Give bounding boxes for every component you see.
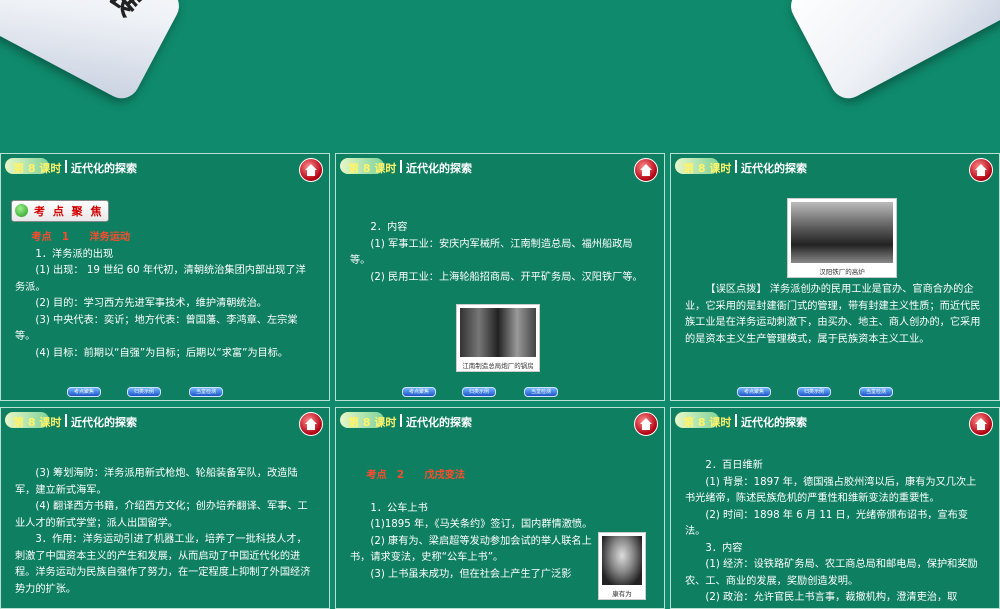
slide-nav: 考点聚焦 归类示例 当堂检测 xyxy=(737,387,937,397)
text-line: (3) 中央代表：奕䜣；地方代表：曾国藩、李鸿章、左宗棠等。 xyxy=(15,314,298,343)
text-line: (2) 康有为、梁启超等发动参加会试的举人联名上书，请求变法，史称“公车上书”。 xyxy=(350,535,592,564)
text-line: (3) 筹划海防：洋务派用新式枪炮、轮船装备军队，改造陆军，建立新式海军。 xyxy=(15,468,298,496)
kang-youwei-portrait: 康有为 xyxy=(598,532,646,600)
text-line: 【误区点拨】 洋务派创办的民用工业是官办、官商合办的企业，它采用的是封建衙门式的… xyxy=(685,284,981,345)
photo-caption: 江南制造总局炮厂的锅房 xyxy=(462,362,534,370)
slide-header: 第 8 课时 近代化的探索 xyxy=(671,154,999,182)
text-line: 2．百日维新 xyxy=(705,460,763,471)
home-icon[interactable] xyxy=(634,412,658,436)
section-heading: 考点 1 洋务运动 xyxy=(31,232,131,243)
photo-caption: 康有为 xyxy=(612,590,632,598)
lesson-label: 第 8 课时 xyxy=(348,416,397,429)
lesson-title: 近代化的探索 xyxy=(741,162,807,175)
header-divider xyxy=(65,414,67,427)
nav-button-test[interactable]: 当堂检测 xyxy=(189,387,223,397)
nav-button-test[interactable]: 当堂检测 xyxy=(524,387,558,397)
key-points-label: 考 点 聚 焦 xyxy=(34,205,104,218)
text-line: (3) 上书虽未成功，但在社会上产生了广泛影 xyxy=(370,568,572,580)
factory-image xyxy=(460,308,536,357)
home-icon[interactable] xyxy=(634,158,658,182)
text-line: 2．内容 xyxy=(370,222,408,233)
furnace-photo: 汉阳铁厂的高炉 xyxy=(787,198,897,278)
banner-badge-right xyxy=(784,0,1000,105)
header-divider xyxy=(735,414,737,427)
slide-thumbnail-2[interactable]: 第 8 课时 近代化的探索 2．内容 (1) 军事工业：安庆内军械所、江南制造总… xyxy=(335,153,665,401)
key-points-badge: 考 点 聚 焦 xyxy=(11,200,109,222)
green-dot-icon xyxy=(15,204,28,217)
photo-caption: 汉阳铁厂的高炉 xyxy=(819,268,865,276)
slide-text: 考点 2 戊戌变法 1．公车上书 (1)1895 年，《马关条约》签订，国内群情… xyxy=(350,468,598,583)
home-icon[interactable] xyxy=(299,412,323,436)
portrait-image xyxy=(602,536,642,585)
slide-text: 【误区点拨】 洋务派创办的民用工业是官办、官商合办的企业，它采用的是封建衙门式的… xyxy=(685,282,985,348)
slide-header: 第 8 课时 近代化的探索 xyxy=(1,154,329,182)
slide-header: 第 8 课时 近代化的探索 xyxy=(1,408,329,436)
header-divider xyxy=(400,160,402,173)
home-icon[interactable] xyxy=(299,158,323,182)
lesson-label: 第 8 课时 xyxy=(683,162,732,175)
slide-text: 2．百日维新 (1) 背景：1897 年，德国强占胶州湾以后，康有为又几次上书光… xyxy=(685,458,985,607)
header-divider xyxy=(400,414,402,427)
furnace-image xyxy=(791,202,893,263)
nav-button-key-points[interactable]: 考点聚焦 xyxy=(402,387,436,397)
lesson-title: 近代化的探索 xyxy=(71,416,137,429)
nav-button-key-points[interactable]: 考点聚焦 xyxy=(737,387,771,397)
banner-badge-text: 拓展 xyxy=(73,0,158,26)
slide-thumbnail-6[interactable]: 第 8 课时 近代化的探索 2．百日维新 (1) 背景：1897 年，德国强占胶… xyxy=(670,407,1000,609)
text-line: 3．内容 xyxy=(705,542,743,554)
title-banner: 拓展 xyxy=(0,0,1000,150)
nav-button-key-points[interactable]: 考点聚焦 xyxy=(67,387,101,397)
text-line: (2) 政治：允许官民上书言事，裁撤机构，澄清吏治，取 xyxy=(705,592,958,603)
nav-button-examples[interactable]: 归类示例 xyxy=(797,387,831,397)
lesson-title: 近代化的探索 xyxy=(741,416,807,429)
slide-thumbnail-1[interactable]: 第 8 课时 近代化的探索 考 点 聚 焦 考点 1 洋务运动 1．洋务派的出现… xyxy=(0,153,330,401)
slide-header: 第 8 课时 近代化的探索 xyxy=(671,408,999,436)
slide-text: (3) 筹划海防：洋务派用新式枪炮、轮船装备军队，改造陆军，建立新式海军。 (4… xyxy=(15,466,315,598)
home-icon[interactable] xyxy=(969,412,993,436)
lesson-title: 近代化的探索 xyxy=(406,416,472,429)
text-line: 1．洋务派的出现 xyxy=(35,248,114,260)
text-line: (2) 时间：1898 年 6 月 11 日，光绪帝颁布诏书，宣布变法。 xyxy=(685,509,968,538)
slide-header: 第 8 课时 近代化的探索 xyxy=(336,154,664,182)
slide-thumbnail-3[interactable]: 第 8 课时 近代化的探索 汉阳铁厂的高炉 【误区点拨】 洋务派创办的民用工业是… xyxy=(670,153,1000,401)
slide-header: 第 8 课时 近代化的探索 xyxy=(336,408,664,436)
lesson-title: 近代化的探索 xyxy=(71,162,137,175)
slide-thumbnail-4[interactable]: 第 8 课时 近代化的探索 (3) 筹划海防：洋务派用新式枪炮、轮船装备军队，改… xyxy=(0,407,330,609)
text-line: (1)1895 年，《马关条约》签订，国内群情激愤。 xyxy=(370,519,593,530)
text-line: (2) 民用工业：上海轮船招商局、开平矿务局、汉阳铁厂等。 xyxy=(370,271,643,283)
slide-text: 考点 1 洋务运动 1．洋务派的出现 (1) 出现： 19 世纪 60 年代初，… xyxy=(15,230,315,362)
text-line: (1) 背景：1897 年，德国强占胶州湾以后，康有为又几次上书光绪帝，陈述民族… xyxy=(685,476,977,505)
slide-thumbnail-5[interactable]: 第 8 课时 近代化的探索 考点 2 戊戌变法 1．公车上书 (1)1895 年… xyxy=(335,407,665,609)
home-icon[interactable] xyxy=(969,158,993,182)
text-line: (1) 军事工业：安庆内军械所、江南制造总局、福州船政局等。 xyxy=(350,238,633,267)
slide-text: 2．内容 (1) 军事工业：安庆内军械所、江南制造总局、福州船政局等。 (2) … xyxy=(350,220,650,286)
text-line: (4) 翻译西方书籍，介绍西方文化；创办培养翻译、军事、工业人才的新式学堂；派人… xyxy=(15,501,308,529)
banner-badge-left: 拓展 xyxy=(0,0,186,105)
text-line: (1) 经济：设铁路矿务局、农工商总局和邮电局，保护和奖励农、工、商业的发展，奖… xyxy=(685,559,978,587)
text-line: 3．作用：洋务运动引进了机器工业，培养了一批科技人才，刺激了中国资本主义的产生和… xyxy=(15,534,311,595)
lesson-label: 第 8 课时 xyxy=(348,162,397,175)
lesson-label: 第 8 课时 xyxy=(683,416,732,429)
nav-button-examples[interactable]: 归类示例 xyxy=(462,387,496,397)
lesson-label: 第 8 课时 xyxy=(13,162,62,175)
text-line: (2) 目的：学习西方先进军事技术，维护清朝统治。 xyxy=(35,298,267,309)
factory-photo: 江南制造总局炮厂的锅房 xyxy=(456,304,540,372)
nav-button-test[interactable]: 当堂检测 xyxy=(859,387,893,397)
lesson-label: 第 8 课时 xyxy=(13,416,62,429)
slide-nav: 考点聚焦 归类示例 当堂检测 xyxy=(67,387,267,397)
text-line: (4) 目标：前期以“自强”为目标；后期以“求富”为目标。 xyxy=(35,347,289,359)
section-heading: 考点 2 戊戌变法 xyxy=(366,470,466,481)
slide-nav: 考点聚焦 归类示例 当堂检测 xyxy=(402,387,602,397)
nav-button-examples[interactable]: 归类示例 xyxy=(127,387,161,397)
text-line: (1) 出现： 19 世纪 60 年代初，清朝统治集团内部出现了洋务派。 xyxy=(15,265,306,293)
header-divider xyxy=(735,160,737,173)
text-line: 1．公车上书 xyxy=(370,502,428,514)
header-divider xyxy=(65,160,67,173)
lesson-title: 近代化的探索 xyxy=(406,162,472,175)
